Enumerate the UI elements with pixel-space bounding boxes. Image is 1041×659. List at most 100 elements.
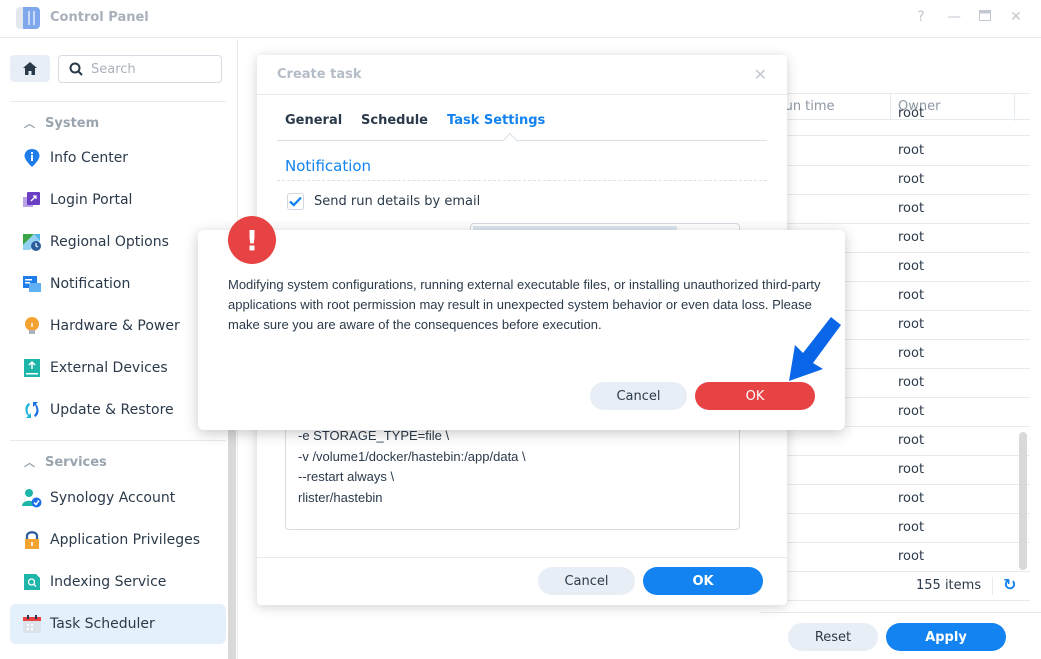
sidebar-item-label: Regional Options xyxy=(50,234,169,250)
ok-button[interactable]: OK xyxy=(643,567,763,595)
sidebar-item-label: Indexing Service xyxy=(50,574,167,590)
owner-cell: root xyxy=(898,143,925,158)
send-email-checkbox[interactable] xyxy=(287,193,304,210)
refresh-icon[interactable]: ↻ xyxy=(1003,575,1016,594)
chevron-up-icon: ︿ xyxy=(24,117,35,130)
owner-cell: root xyxy=(898,106,925,121)
update-icon xyxy=(22,400,42,420)
warning-cancel-button[interactable]: Cancel xyxy=(590,382,687,410)
calendar-icon xyxy=(22,614,42,634)
sidebar-item-indexing-service[interactable]: Indexing Service xyxy=(10,562,226,602)
table-row[interactable]: root xyxy=(760,195,1030,224)
owner-cell: root xyxy=(898,317,925,332)
dialog-tabs: General Schedule Task Settings xyxy=(277,95,767,148)
dialog-title: Create task xyxy=(277,67,362,82)
lock-icon xyxy=(22,530,42,550)
warning-icon: ! xyxy=(228,216,276,264)
owner-cell: root xyxy=(898,404,925,419)
indexing-icon xyxy=(22,572,42,592)
script-line: --restart always \ xyxy=(298,469,395,484)
script-line: -v /volume1/docker/hastebin:/app/data \ xyxy=(298,448,526,464)
owner-cell: root xyxy=(898,491,925,506)
table-row[interactable]: root xyxy=(760,543,1030,572)
section-label: System xyxy=(45,115,100,131)
minimize-icon[interactable]: — xyxy=(944,9,964,25)
close-icon[interactable]: ✕ xyxy=(1006,9,1026,25)
items-count: 155 items xyxy=(916,578,982,593)
section-divider xyxy=(277,180,767,181)
footer-divider xyxy=(760,612,1041,613)
chevron-up-icon: ︿ xyxy=(24,456,35,469)
sidebar-item-hardware-power[interactable]: Hardware & Power xyxy=(10,306,226,346)
app-title: Control Panel xyxy=(50,10,149,25)
annotation-arrow-icon xyxy=(789,317,841,381)
sidebar-item-external-devices[interactable]: External Devices xyxy=(10,348,226,388)
login-portal-icon xyxy=(22,190,42,210)
sidebar-item-regional-options[interactable]: Regional Options xyxy=(10,222,226,262)
lightbulb-icon xyxy=(22,316,42,336)
maximize-icon[interactable] xyxy=(975,9,995,25)
reset-button[interactable]: Reset xyxy=(788,623,878,651)
sidebar-item-synology-account[interactable]: Synology Account xyxy=(10,478,226,518)
dialog-footer-divider xyxy=(257,557,787,558)
sidebar-item-task-scheduler[interactable]: Task Scheduler xyxy=(10,604,226,644)
table-row[interactable]: root xyxy=(760,485,1030,514)
home-button[interactable] xyxy=(10,55,50,82)
sidebar-item-label: Info Center xyxy=(50,150,129,166)
tab-task-settings[interactable]: Task Settings xyxy=(447,113,545,128)
external-device-icon xyxy=(22,358,42,378)
sidebar-item-label: External Devices xyxy=(50,360,168,376)
sidebar-item-label: Application Privileges xyxy=(50,532,200,548)
send-email-label: Send run details by email xyxy=(314,194,481,209)
tab-schedule[interactable]: Schedule xyxy=(361,113,428,128)
sidebar-item-update-restore[interactable]: Update & Restore xyxy=(10,390,226,430)
sidebar-divider xyxy=(10,440,226,441)
help-icon[interactable]: ? xyxy=(911,9,931,25)
owner-cell: root xyxy=(898,201,925,216)
tab-general[interactable]: General xyxy=(285,113,342,128)
table-row[interactable]: root xyxy=(760,166,1030,195)
footer-divider xyxy=(992,577,993,595)
sidebar-item-label: Synology Account xyxy=(50,490,176,506)
sidebar-item-label: Update & Restore xyxy=(50,402,174,418)
table-row[interactable]: root xyxy=(760,106,1030,136)
owner-cell: root xyxy=(898,520,925,535)
control-panel-icon xyxy=(16,7,40,29)
notification-icon xyxy=(22,274,42,294)
checkmark-icon xyxy=(289,196,302,207)
regional-options-icon xyxy=(22,232,42,252)
grid-scrollbar[interactable] xyxy=(1019,432,1027,570)
owner-cell: root xyxy=(898,549,925,564)
table-row[interactable]: root xyxy=(760,514,1030,543)
sidebar-item-info-center[interactable]: Info Center xyxy=(10,138,226,178)
cancel-button[interactable]: Cancel xyxy=(538,567,635,595)
search-icon xyxy=(69,62,83,76)
section-label: Services xyxy=(45,454,107,470)
sidebar-item-label: Hardware & Power xyxy=(50,318,180,334)
sidebar-item-label: Notification xyxy=(50,276,131,292)
close-icon[interactable]: ✕ xyxy=(754,65,767,84)
apply-button[interactable]: Apply xyxy=(886,623,1006,651)
search-field[interactable] xyxy=(58,55,222,83)
owner-cell: root xyxy=(898,375,925,390)
grid-footer: 155 items ↻ xyxy=(760,571,1030,601)
table-row[interactable]: root xyxy=(760,456,1030,485)
title-bar: Control Panel ? — ✕ xyxy=(0,0,1041,38)
table-row[interactable]: root xyxy=(760,427,1030,456)
warning-ok-button[interactable]: OK xyxy=(695,382,815,410)
user-script-textarea[interactable]: -e STORAGE_TYPE=file \ -v /volume1/docke… xyxy=(285,415,740,530)
owner-cell: root xyxy=(898,230,925,245)
table-row[interactable]: root xyxy=(760,137,1030,166)
warning-message: Modifying system configurations, running… xyxy=(228,277,821,332)
owner-cell: root xyxy=(898,433,925,448)
owner-cell: root xyxy=(898,259,925,274)
sidebar-item-notification[interactable]: Notification xyxy=(10,264,226,304)
section-services-toggle[interactable]: ︿ Services xyxy=(24,454,107,470)
section-system-toggle[interactable]: ︿ System xyxy=(24,115,99,131)
sidebar-item-login-portal[interactable]: Login Portal xyxy=(10,180,226,220)
warning-dialog: ! Modifying system configurations, runni… xyxy=(198,216,845,430)
sidebar-scrollbar[interactable] xyxy=(228,430,236,659)
sidebar-item-application-privileges[interactable]: Application Privileges xyxy=(10,520,226,560)
search-input[interactable] xyxy=(91,61,201,77)
owner-cell: root xyxy=(898,172,925,187)
